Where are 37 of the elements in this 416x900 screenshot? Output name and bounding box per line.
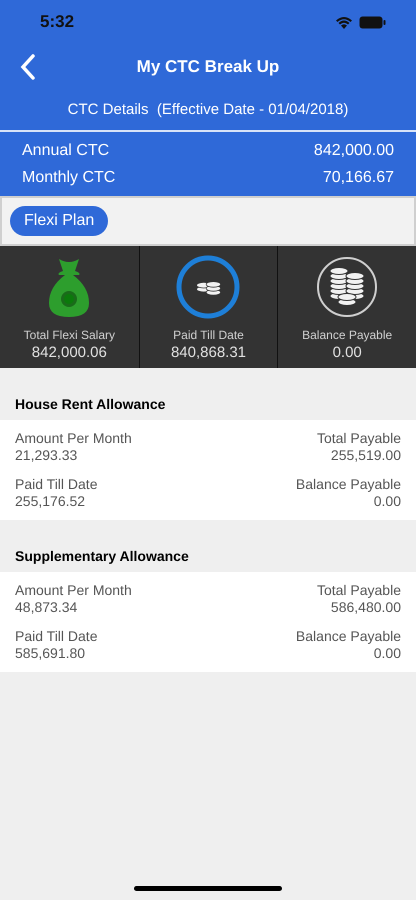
ctc-label: Annual CTC	[22, 140, 110, 160]
field-label: Paid Till Date	[15, 628, 98, 645]
section-title: Supplementary Allowance	[15, 546, 189, 566]
field-label: Amount Per Month	[15, 430, 132, 447]
field-value: 255,176.52	[15, 493, 86, 510]
field-value: 586,480.00	[330, 599, 401, 616]
field-label: Paid Till Date	[15, 476, 98, 493]
back-icon[interactable]	[20, 54, 36, 80]
ctc-label: Monthly CTC	[22, 168, 116, 188]
summary-label: Paid Till Date	[173, 328, 244, 342]
wifi-icon	[335, 16, 353, 28]
ctc-details-heading: CTC Details (Effective Date - 01/04/2018)	[68, 100, 348, 120]
summary-value: 840,868.31	[170, 344, 246, 362]
field-label: Total Payable	[316, 582, 401, 599]
section-title: House Rent Allowance	[15, 394, 166, 414]
summary-label: Total Flexi Salary	[24, 328, 116, 342]
field-value: 48,873.34	[15, 599, 78, 616]
field-value: 585,691.80	[15, 645, 86, 662]
field-label: Balance Payable	[296, 628, 401, 645]
field-value: 21,293.33	[15, 447, 78, 464]
field-label: Balance Payable	[296, 476, 401, 493]
ctc-value: 70,166.67	[322, 168, 394, 188]
field-value: 0.00	[374, 493, 401, 510]
field-label: Amount Per Month	[15, 582, 132, 599]
ctc-value: 842,000.00	[314, 140, 394, 160]
field-value: 0.00	[374, 645, 401, 662]
summary-value: 0.00	[332, 344, 362, 362]
plan-tab[interactable]: Flexi Plan	[10, 206, 108, 236]
coins-circle-icon	[316, 256, 378, 318]
battery-icon	[359, 16, 386, 28]
coins-ring-icon	[175, 254, 242, 320]
field-value: 255,519.00	[330, 447, 401, 464]
screen-title: My CTC Break Up	[136, 56, 280, 78]
summary-value: 842,000.06	[32, 344, 107, 362]
summary-label: Balance Payable	[302, 328, 392, 342]
field-label: Total Payable	[316, 430, 401, 447]
status-time: 5:32	[40, 11, 74, 34]
